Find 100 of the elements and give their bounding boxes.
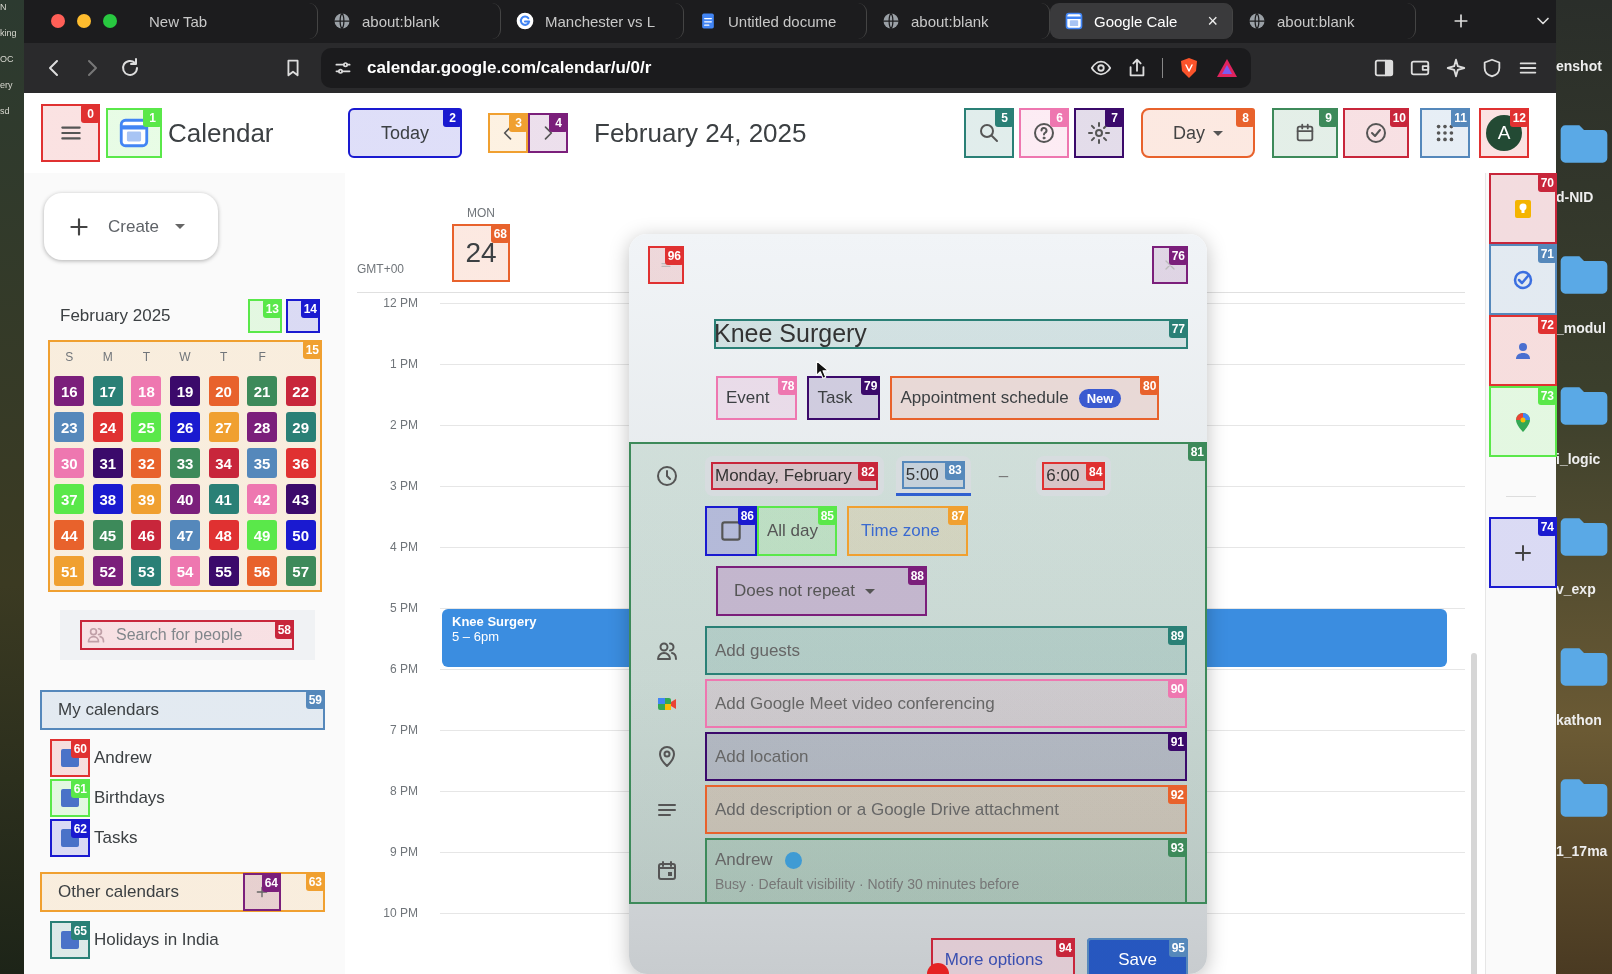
- type-tab[interactable]: Task 79: [807, 376, 881, 420]
- marker-badge[interactable]: 45: [92, 520, 123, 550]
- marker-badge[interactable]: 21: [247, 376, 278, 406]
- date-field[interactable]: Monday, February 82: [711, 462, 878, 490]
- marker-badge[interactable]: 33: [170, 448, 200, 478]
- marker-badge[interactable]: 32: [131, 448, 162, 478]
- close-button[interactable]: 76: [1152, 246, 1188, 284]
- calendar-view-button[interactable]: 9: [1272, 108, 1338, 158]
- marker-badge[interactable]: 17: [92, 376, 123, 406]
- account-button[interactable]: A 12: [1479, 108, 1529, 158]
- create-button[interactable]: Create: [44, 193, 218, 260]
- title-field[interactable]: Knee Surgery 77: [714, 319, 1188, 349]
- calendar-checkbox[interactable]: 62: [50, 819, 90, 857]
- marker-badge[interactable]: 23: [54, 412, 85, 442]
- calendar-checkbox[interactable]: 65: [50, 921, 90, 959]
- marker-badge[interactable]: 43: [285, 484, 316, 514]
- marker-badge[interactable]: 28: [247, 412, 278, 442]
- tasks-button[interactable]: 71: [1489, 244, 1557, 315]
- marker-badge[interactable]: 48: [208, 520, 239, 550]
- end-time-field[interactable]: 6:00 84: [1042, 462, 1106, 490]
- marker-badge[interactable]: 36: [285, 448, 316, 478]
- section-header[interactable]: Other calendars 64 63: [40, 872, 325, 912]
- calendar-checkbox[interactable]: 60: [50, 739, 90, 777]
- browser-tab[interactable]: Manchester vs L: [501, 3, 684, 40]
- marker-badge[interactable]: 47: [170, 520, 200, 550]
- desktop-label: i_logic: [1556, 450, 1601, 467]
- marker-badge[interactable]: 22: [285, 376, 316, 406]
- people-search-field[interactable]: Search for people 58: [80, 620, 294, 650]
- browser-tab[interactable]: Untitled docume: [684, 3, 867, 40]
- marker-badge[interactable]: 55: [208, 556, 239, 586]
- video-conferencing-button[interactable]: Add Google Meet video conferencing 90: [705, 679, 1187, 728]
- marker-badge[interactable]: 24: [92, 412, 123, 442]
- marker-badge[interactable]: 57: [285, 556, 316, 586]
- marker-badge[interactable]: 40: [170, 484, 200, 514]
- end-time-chip[interactable]: 6:00 84: [1036, 456, 1112, 496]
- marker-badge[interactable]: 31: [92, 448, 123, 478]
- caret-icon: [175, 224, 186, 229]
- browser-tab[interactable]: Google Cale ×: [1050, 3, 1233, 40]
- window-control[interactable]: [51, 14, 65, 29]
- marker-badge[interactable]: 52: [92, 556, 123, 586]
- marker-badge[interactable]: 50: [285, 520, 316, 550]
- settings-button[interactable]: 7: [1074, 108, 1124, 158]
- browser-tab[interactable]: New Tab: [135, 3, 318, 40]
- window-control[interactable]: [103, 14, 117, 29]
- weekday-label: W: [178, 349, 192, 366]
- marker-badge[interactable]: 41: [208, 484, 239, 514]
- mini-calendar[interactable]: S M T W T F 16 17 18 19 20 21 22 23 24 25 26 27 28 29 30 31 32 33 34 35 36 37 38 39 40 41 42 43 44 45 46 47 48 49 50 51 52 53 54 55 56 57 15: [48, 340, 322, 592]
- start-time-field[interactable]: 5:00 83: [901, 460, 965, 489]
- marker-badge[interactable]: 29: [285, 412, 316, 442]
- apps-button[interactable]: 11: [1420, 108, 1470, 158]
- marker-badge: 91: [1167, 732, 1187, 751]
- marker-badge: 92: [1167, 785, 1187, 804]
- contacts-button[interactable]: 72: [1489, 315, 1557, 386]
- all-day-label[interactable]: All day 85: [757, 506, 837, 556]
- close-tab-button[interactable]: ×: [1207, 10, 1218, 32]
- marker-badge: 96: [664, 246, 684, 265]
- marker-badge[interactable]: 20: [208, 376, 239, 406]
- marker-badge[interactable]: 56: [247, 556, 278, 586]
- date-chip[interactable]: Monday, February 82: [705, 456, 884, 496]
- tasks-button[interactable]: 10: [1343, 108, 1409, 158]
- day-number[interactable]: 24 68: [452, 224, 510, 282]
- menu-button[interactable]: 0: [41, 104, 100, 162]
- next-month-button[interactable]: 14: [286, 299, 320, 333]
- keep-button[interactable]: 70: [1489, 173, 1557, 244]
- guests-field[interactable]: Add guests 89: [705, 626, 1187, 675]
- browser-tab[interactable]: about:blank: [867, 3, 1050, 40]
- address-bar[interactable]: calendar.google.com/calendar/u/0/r: [321, 47, 1251, 88]
- time-zone-link[interactable]: Time zone 87: [847, 506, 968, 556]
- add-addon-button[interactable]: 74: [1489, 517, 1557, 588]
- search-button[interactable]: 5: [964, 108, 1014, 158]
- drag-handle[interactable]: 96: [648, 246, 684, 284]
- marker-badge[interactable]: 16: [54, 376, 85, 406]
- all-day-checkbox[interactable]: 86: [705, 506, 757, 556]
- marker-badge: 65: [70, 921, 90, 940]
- view-dropdown[interactable]: Day 8: [1141, 108, 1255, 158]
- marker-badge[interactable]: 53: [131, 556, 162, 586]
- marker-badge[interactable]: 38: [92, 484, 123, 514]
- scrollbar[interactable]: [1471, 653, 1477, 974]
- browser-tab[interactable]: about:blank: [318, 3, 501, 40]
- window-control[interactable]: [77, 14, 91, 29]
- browser-tab[interactable]: about:blank: [1233, 3, 1416, 40]
- marker-badge[interactable]: 44: [54, 520, 85, 550]
- marker-badge[interactable]: 35: [247, 448, 278, 478]
- more-options-button[interactable]: More options 94: [930, 938, 1075, 974]
- marker-badge[interactable]: 34: [208, 448, 239, 478]
- section-header[interactable]: My calendars 59: [40, 690, 325, 730]
- today-button[interactable]: Today 2: [348, 108, 462, 158]
- description-field[interactable]: Add description or a Google Drive attachment 92: [705, 785, 1187, 834]
- marker-badge[interactable]: 46: [131, 520, 162, 550]
- type-tab[interactable]: Event 78: [716, 376, 798, 420]
- save-button[interactable]: Save 95: [1087, 938, 1188, 974]
- location-field[interactable]: Add location 91: [705, 732, 1187, 781]
- marker-badge[interactable]: 26: [170, 412, 200, 442]
- marker-badge[interactable]: 19: [170, 376, 200, 406]
- calendar-selector[interactable]: Andrew Busy · Default visibility · Notify 30 minutes before 93: [705, 838, 1187, 904]
- type-tab[interactable]: Appointment schedule New 80: [890, 376, 1160, 420]
- next-button[interactable]: 4: [528, 113, 568, 153]
- start-time-chip[interactable]: 5:00 83: [895, 456, 971, 496]
- repeat-dropdown[interactable]: Does not repeat 88: [716, 566, 927, 616]
- add-calendar-button[interactable]: 64: [243, 873, 281, 911]
